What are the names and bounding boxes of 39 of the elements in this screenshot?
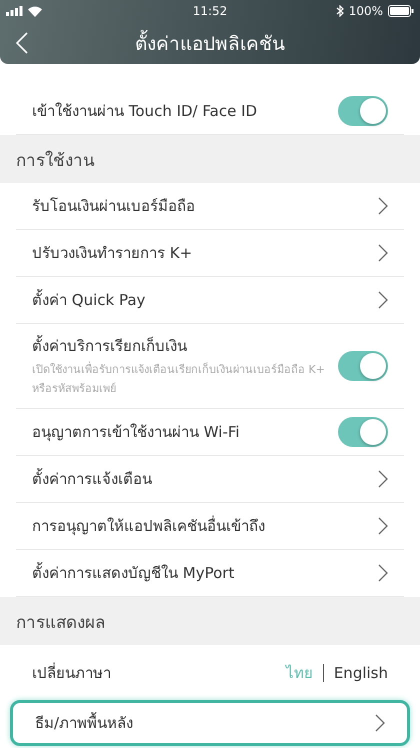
- row-label: เปลี่ยนภาษา: [32, 662, 111, 684]
- row-label: เข้าใช้งานผ่าน Touch ID/ Face ID: [32, 101, 258, 122]
- row-description: เปิดใช้งานเพื่อรับการแจ้งเตือนเรียกเก็บเงินผ่านเบอร์มือถือ K+ หรือรหัสพร้อมเพย์: [32, 360, 326, 396]
- toggle-switch[interactable]: [338, 96, 388, 126]
- settings-row[interactable]: ตั้งค่าการแจ้งเตือน: [16, 456, 404, 503]
- row-label: รับโอนเงินผ่านเบอร์มือถือ: [32, 196, 195, 217]
- screen-title: ตั้งค่าแอปพลิเคชัน: [135, 28, 285, 58]
- section-header: การแสดงผล: [0, 597, 420, 645]
- back-icon[interactable]: [16, 32, 28, 54]
- settings-row[interactable]: ตั้งค่า Quick Pay: [16, 277, 404, 324]
- chevron-icon: [378, 244, 388, 262]
- language-option[interactable]: English: [334, 664, 388, 682]
- battery-icon: [388, 5, 414, 17]
- settings-row[interactable]: ปรับวงเงินทำรายการ K+: [16, 230, 404, 277]
- row-label: ตั้งค่าบริการเรียกเก็บเงิน: [32, 334, 188, 357]
- row-label: อนุญาตการเข้าใช้งานผ่าน Wi-Fi: [32, 422, 241, 444]
- row-label: ตั้งค่าการแจ้งเตือน: [32, 467, 152, 490]
- chevron-icon: [375, 714, 385, 732]
- settings-row[interactable]: ธีม/ภาพพื้นหลัง: [10, 700, 410, 746]
- row-label: การอนุญาตให้แอปพลิเคชันอื่นเข้าถึง: [32, 514, 265, 538]
- toggle-switch[interactable]: [338, 351, 388, 381]
- bluetooth-icon: [336, 5, 344, 17]
- status-time: 11:52: [192, 4, 228, 18]
- chevron-icon: [378, 564, 388, 582]
- section-header: การใช้งาน: [0, 135, 420, 183]
- battery-percent: 100%: [348, 4, 383, 18]
- toggle-switch[interactable]: [338, 417, 388, 447]
- signal-icon: [6, 6, 23, 16]
- row-label: ธีม/ภาพพื้นหลัง: [35, 711, 134, 734]
- settings-row[interactable]: รับโอนเงินผ่านเบอร์มือถือ: [16, 183, 404, 230]
- chevron-icon: [378, 291, 388, 309]
- settings-row[interactable]: การอนุญาตให้แอปพลิเคชันอื่นเข้าถึง: [16, 503, 404, 550]
- row-label: ตั้งค่า Quick Pay: [32, 288, 146, 311]
- chevron-icon: [378, 517, 388, 535]
- wifi-icon: [28, 6, 42, 16]
- chevron-icon: [378, 470, 388, 488]
- row-label: ปรับวงเงินทำรายการ K+: [32, 243, 192, 264]
- chevron-icon: [378, 197, 388, 215]
- row-label: ตั้งค่าการแสดงบัญชีใน MyPort: [32, 561, 234, 584]
